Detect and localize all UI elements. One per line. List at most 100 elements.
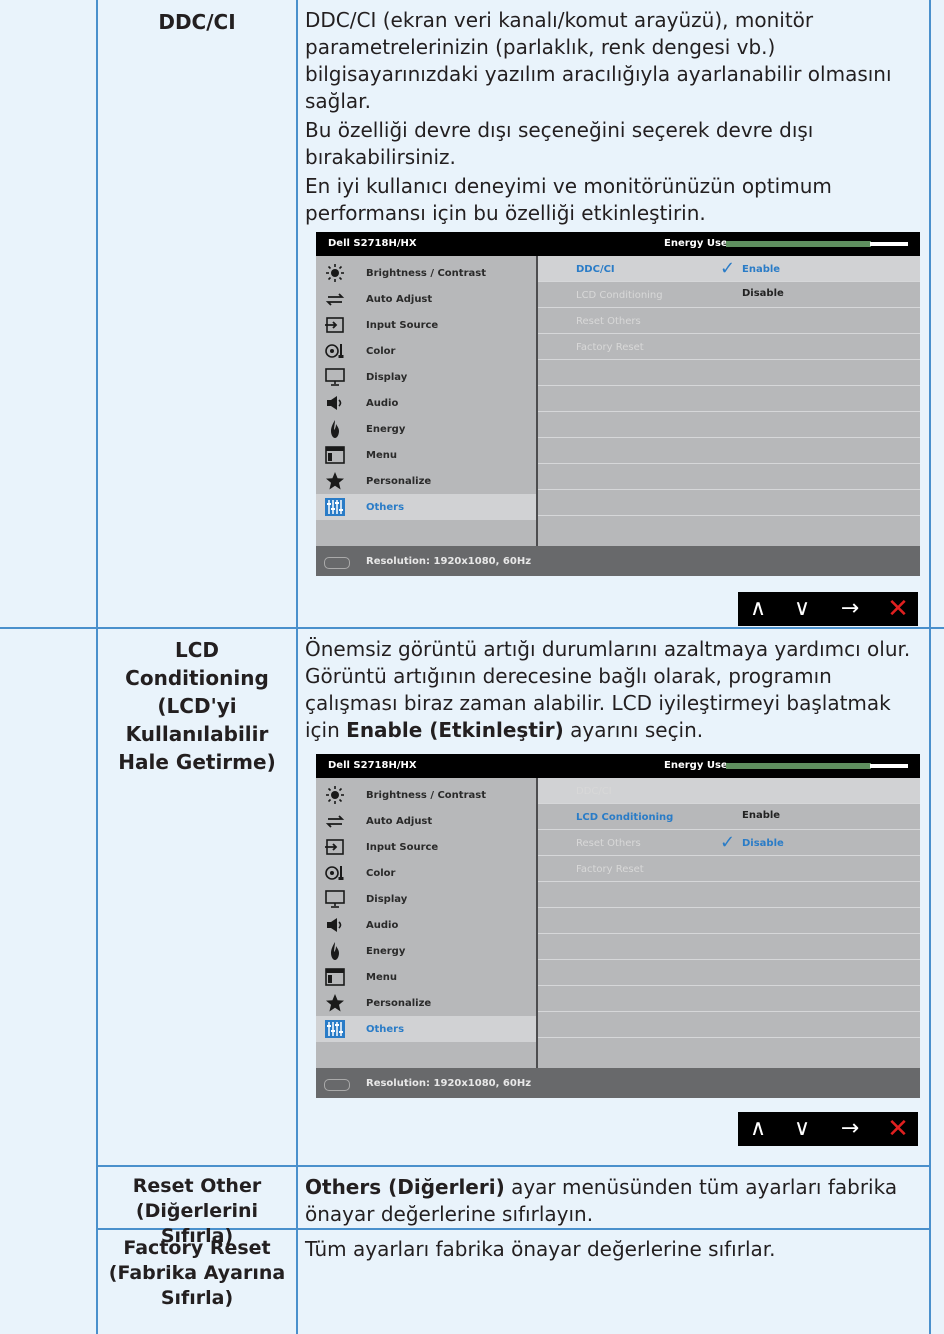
osd-menu-item-auto-adjust[interactable]: Auto Adjust	[316, 808, 536, 834]
osd-screenshot-ddcci: Dell S2718H/HX Energy Use Brightness / C…	[316, 232, 920, 576]
osd-main-menu: Brightness / Contrast Auto Adjust Input So…	[316, 256, 536, 546]
osd-menu-item-audio[interactable]: Audio	[316, 390, 536, 416]
right-arrow-icon[interactable]: →	[830, 1112, 870, 1146]
osd-menu-item-label: Energy	[366, 946, 406, 957]
osd-menu-item-color[interactable]: Color	[316, 860, 536, 886]
option-value-enable[interactable]: ✓ Enable	[720, 258, 780, 279]
others-sliders-icon	[324, 1019, 346, 1039]
osd-menu-item-label: Energy	[366, 424, 406, 435]
vga-connector-icon	[324, 557, 350, 569]
option-label: Factory Reset	[576, 342, 644, 353]
osd-menu-item-label: Others	[366, 1024, 405, 1035]
option-value-enable[interactable]: Enable	[720, 810, 780, 821]
option-row-reset-others[interactable]: Reset Others	[538, 308, 920, 334]
option-row-lcd-conditioning[interactable]: LCD Conditioning Enable	[538, 804, 920, 830]
auto-adjust-icon	[324, 289, 346, 309]
osd-menu-item-others[interactable]: Others	[316, 494, 536, 520]
option-row-ddcci[interactable]: DDC/CI	[538, 778, 920, 804]
option-row-factory-reset[interactable]: Factory Reset	[538, 856, 920, 882]
empty-row	[538, 934, 920, 960]
osd-menu-item-menu[interactable]: Menu	[316, 442, 536, 468]
down-arrow-icon[interactable]: ∨	[782, 1112, 822, 1146]
display-icon	[324, 367, 346, 387]
row-description-factory-reset: Tüm ayarları fabrika önayar değerlerine …	[305, 1237, 776, 1261]
row-name-ddcci: DDC/CI	[158, 10, 236, 34]
osd-menu-item-label: Input Source	[366, 320, 439, 331]
empty-row	[538, 908, 920, 934]
osd-nav-buttons: ∧ ∨ → ✕	[738, 1112, 918, 1146]
description-paragraph: Bu özelliği devre dışı seçeneğini seçere…	[305, 118, 814, 169]
osd-menu-item-color[interactable]: Color	[316, 338, 536, 364]
option-value-disable[interactable]: Disable	[720, 288, 784, 299]
right-arrow-icon[interactable]: →	[830, 592, 870, 626]
empty-row	[538, 386, 920, 412]
osd-menu-item-display[interactable]: Display	[316, 886, 536, 912]
osd-menu-item-audio[interactable]: Audio	[316, 912, 536, 938]
osd-menu-item-label: Display	[366, 372, 408, 383]
osd-menu-item-label: Audio	[366, 920, 399, 931]
osd-menu-item-menu[interactable]: Menu	[316, 964, 536, 990]
close-icon[interactable]: ✕	[878, 1112, 918, 1146]
menu-icon	[324, 445, 346, 465]
row-description-ddcci: DDC/CI (ekran veri kanalı/komut arayüzü)…	[305, 7, 925, 229]
option-row-lcd-conditioning[interactable]: LCD Conditioning Disable	[538, 282, 920, 308]
osd-nav-buttons: ∧ ∨ → ✕	[738, 592, 918, 626]
monitor-model: Dell S2718H/HX	[328, 238, 417, 249]
energy-use-label: Energy Use	[664, 238, 728, 249]
osd-menu-item-label: Input Source	[366, 842, 439, 853]
up-arrow-icon[interactable]: ∧	[738, 592, 778, 626]
row-divider	[0, 627, 944, 629]
osd-title-bar: Dell S2718H/HX Energy Use	[316, 754, 920, 778]
option-row-reset-others[interactable]: Reset Others ✓ Disable	[538, 830, 920, 856]
osd-menu-item-label: Audio	[366, 398, 399, 409]
osd-footer: Resolution: 1920x1080, 60Hz	[316, 546, 920, 576]
down-arrow-icon[interactable]: ∨	[782, 592, 822, 626]
color-icon	[324, 341, 346, 361]
energy-use-fill	[726, 763, 871, 769]
up-arrow-icon[interactable]: ∧	[738, 1112, 778, 1146]
osd-menu-item-label: Personalize	[366, 476, 432, 487]
description-paragraph: DDC/CI (ekran veri kanalı/komut arayüzü)…	[305, 8, 892, 113]
osd-menu-item-personalize[interactable]: Personalize	[316, 990, 536, 1016]
empty-row	[538, 360, 920, 386]
color-icon	[324, 863, 346, 883]
option-label: Reset Others	[576, 316, 641, 327]
empty-row	[538, 960, 920, 986]
option-label: LCD Conditioning	[576, 812, 674, 823]
osd-menu-item-label: Brightness / Contrast	[366, 268, 486, 279]
row-description-reset-other: Others (Diğerleri) ayar menüsünden tüm a…	[305, 1175, 898, 1226]
row-name-lcd-conditioning: LCD Conditioning (LCD'yi Kullanılabilir …	[118, 638, 276, 774]
input-source-icon	[324, 315, 346, 335]
input-source-icon	[324, 837, 346, 857]
energy-icon	[324, 419, 346, 439]
osd-menu-item-energy[interactable]: Energy	[316, 416, 536, 442]
osd-menu-item-personalize[interactable]: Personalize	[316, 468, 536, 494]
empty-row	[538, 490, 920, 516]
osd-menu-item-input-source[interactable]: Input Source	[316, 834, 536, 860]
osd-menu-item-others[interactable]: Others	[316, 1016, 536, 1042]
option-value-disable[interactable]: ✓ Disable	[720, 834, 784, 852]
close-icon[interactable]: ✕	[878, 592, 918, 626]
osd-menu-item-input-source[interactable]: Input Source	[316, 312, 536, 338]
osd-menu-item-label: Menu	[366, 972, 397, 983]
osd-menu-item-auto-adjust[interactable]: Auto Adjust	[316, 286, 536, 312]
osd-menu-item-label: Color	[366, 868, 396, 879]
brightness-icon	[324, 263, 346, 283]
option-row-ddcci[interactable]: DDC/CI ✓ Enable	[538, 256, 920, 282]
option-row-factory-reset[interactable]: Factory Reset	[538, 334, 920, 360]
osd-menu-item-energy[interactable]: Energy	[316, 938, 536, 964]
osd-menu-item-brightness-contrast[interactable]: Brightness / Contrast	[316, 782, 536, 808]
osd-menu-item-brightness-contrast[interactable]: Brightness / Contrast	[316, 260, 536, 286]
audio-icon	[324, 393, 346, 413]
checkmark-icon: ✓	[720, 258, 736, 279]
row-divider	[96, 1165, 931, 1167]
row-description-lcd-conditioning: Önemsiz görüntü artığı durumlarını azalt…	[305, 637, 911, 742]
option-label: LCD Conditioning	[576, 290, 663, 301]
osd-menu-item-display[interactable]: Display	[316, 364, 536, 390]
osd-menu-item-label: Color	[366, 346, 396, 357]
empty-row	[538, 412, 920, 438]
resolution-text: Resolution: 1920x1080, 60Hz	[366, 1078, 532, 1089]
empty-row	[538, 986, 920, 1012]
osd-submenu: DDC/CI LCD Conditioning Enable Reset Oth…	[538, 778, 920, 1068]
option-label: Factory Reset	[576, 864, 644, 875]
